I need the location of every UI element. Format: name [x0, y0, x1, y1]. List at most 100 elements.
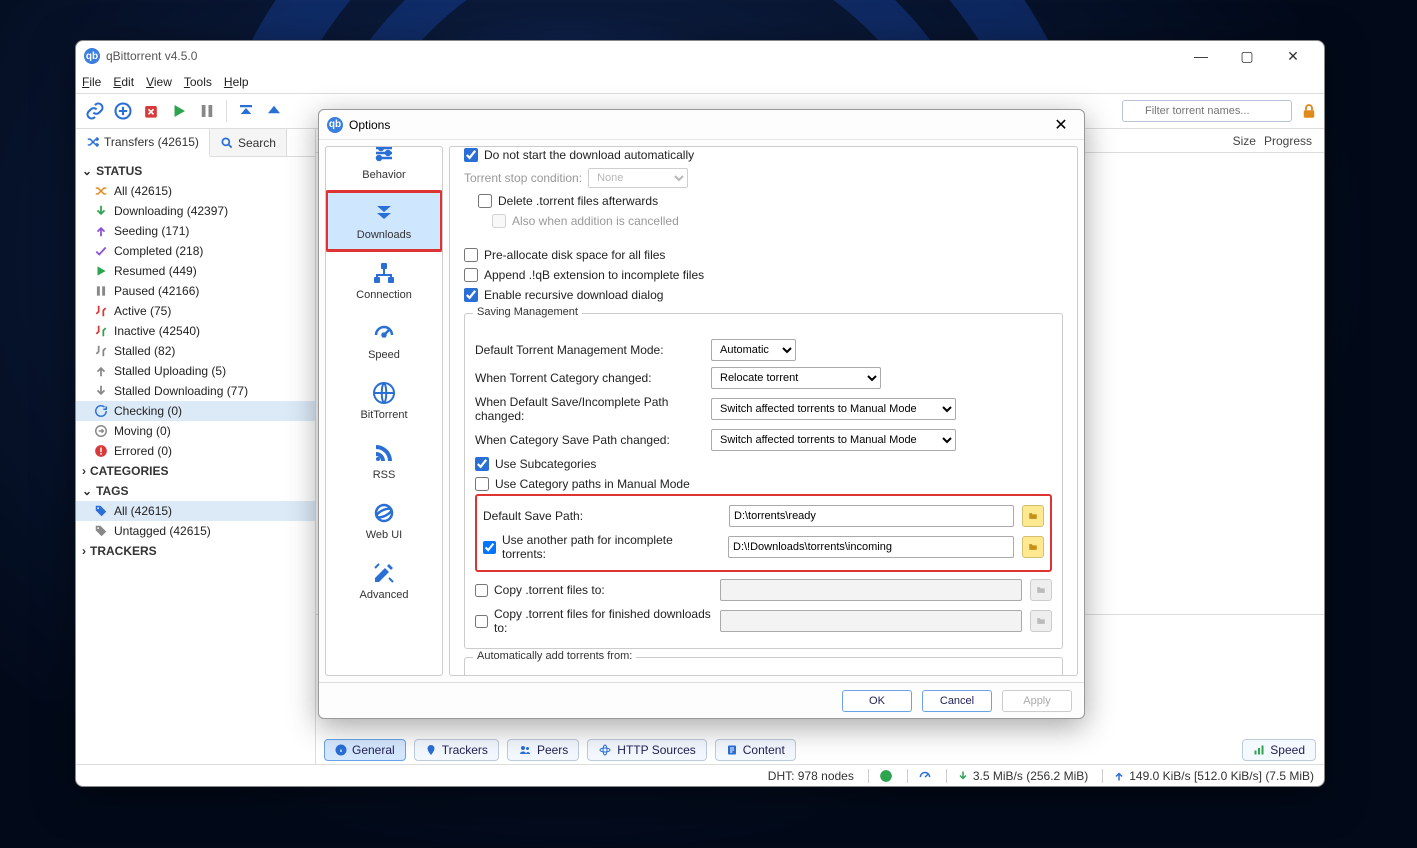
app-icon: qb — [84, 48, 100, 64]
cat-speed[interactable]: Speed — [326, 311, 442, 371]
tab-transfers[interactable]: Transfers (42615) — [76, 129, 210, 157]
menu-view[interactable]: View — [146, 75, 172, 89]
apply-button[interactable]: Apply — [1002, 690, 1072, 712]
tags-header[interactable]: ⌄TAGS — [76, 481, 315, 501]
sidebar-untagged[interactable]: Untagged (42615) — [76, 521, 315, 541]
sidebar-checking[interactable]: Checking (0) — [76, 401, 315, 421]
stop-condition-select[interactable]: None — [588, 168, 688, 188]
options-dialog: qb Options ✕ Behavior Downloads Connecti… — [318, 109, 1085, 719]
cat-rss[interactable]: RSS — [326, 431, 442, 491]
dialog-close-button[interactable]: ✕ — [1046, 113, 1076, 137]
cat-bittorrent[interactable]: BitTorrent — [326, 371, 442, 431]
tab-speed[interactable]: Speed — [1242, 739, 1316, 761]
defpath-changed-select[interactable]: Switch affected torrents to Manual Mode — [711, 398, 956, 420]
left-panel: Transfers (42615) Search ⌄STATUS All (42… — [76, 129, 316, 764]
chk-copy-torrent[interactable] — [475, 584, 488, 597]
search-icon — [220, 136, 234, 150]
col-progress[interactable]: Progress — [1264, 134, 1312, 148]
default-mode-select[interactable]: Automatic — [711, 339, 796, 361]
status-net-icon[interactable] — [868, 769, 893, 783]
options-icon: qb — [327, 117, 343, 133]
status-speedlimit-icon[interactable] — [907, 769, 932, 783]
incomplete-path-input[interactable] — [728, 536, 1014, 558]
sidebar-errored[interactable]: Errored (0) — [76, 441, 315, 461]
status-header[interactable]: ⌄STATUS — [76, 161, 315, 181]
copy-torrent-path-input[interactable] — [720, 579, 1022, 601]
browse-copy-finished-button[interactable] — [1030, 610, 1052, 632]
dialog-title: Options — [349, 118, 390, 132]
cat-webui[interactable]: Web UI — [326, 491, 442, 551]
chk-recursive[interactable] — [464, 288, 478, 302]
move-up-icon[interactable] — [261, 98, 287, 124]
maximize-button[interactable]: ▢ — [1224, 42, 1270, 70]
add-link-icon[interactable] — [82, 98, 108, 124]
browse-default-path-button[interactable] — [1022, 505, 1044, 527]
delete-icon[interactable] — [138, 98, 164, 124]
menu-tools[interactable]: Tools — [184, 75, 212, 89]
tab-peers[interactable]: Peers — [507, 739, 579, 761]
sidebar-paused[interactable]: Paused (42166) — [76, 281, 315, 301]
move-top-icon[interactable] — [233, 98, 259, 124]
sidebar-stalled[interactable]: Stalled (82) — [76, 341, 315, 361]
chk-incomplete-path[interactable] — [483, 541, 496, 554]
options-category-list: Behavior Downloads Connection Speed BitT… — [325, 146, 443, 676]
cat-downloads[interactable]: Downloads — [326, 191, 442, 251]
sidebar-active[interactable]: Active (75) — [76, 301, 315, 321]
tab-search[interactable]: Search — [210, 129, 287, 156]
tab-general[interactable]: General — [324, 739, 406, 761]
cat-connection[interactable]: Connection — [326, 251, 442, 311]
sidebar-stalled-down[interactable]: Stalled Downloading (77) — [76, 381, 315, 401]
catpath-changed-select[interactable]: Switch affected torrents to Manual Mode — [711, 429, 956, 451]
cat-changed-select[interactable]: Relocate torrent — [711, 367, 881, 389]
ok-button[interactable]: OK — [842, 690, 912, 712]
menu-help[interactable]: Help — [224, 75, 249, 89]
sidebar-all[interactable]: All (42615) — [76, 181, 315, 201]
sidebar: ⌄STATUS All (42615) Downloading (42397) … — [76, 157, 315, 764]
chk-copy-finished[interactable] — [475, 615, 488, 628]
tab-search-label: Search — [238, 136, 276, 150]
sidebar-tag-all[interactable]: All (42615) — [76, 501, 315, 521]
cat-behavior[interactable]: Behavior — [326, 146, 442, 191]
filter-input[interactable] — [1122, 100, 1292, 122]
chk-prealloc[interactable] — [464, 248, 478, 262]
chk-also-cancel[interactable] — [492, 214, 506, 228]
chk-cat-manual[interactable] — [475, 477, 489, 491]
browse-incomplete-path-button[interactable] — [1022, 536, 1044, 558]
menubar: File Edit View Tools Help — [76, 71, 1324, 93]
minimize-button[interactable]: — — [1178, 42, 1224, 70]
status-download: 3.5 MiB/s (256.2 MiB) — [946, 769, 1088, 783]
add-torrent-icon[interactable] — [110, 98, 136, 124]
copy-finished-path-input[interactable] — [720, 610, 1022, 632]
resume-icon[interactable] — [166, 98, 192, 124]
auto-add-group: Automatically add torrents from: Watched… — [464, 657, 1063, 675]
categories-header[interactable]: ›CATEGORIES — [76, 461, 315, 481]
sidebar-completed[interactable]: Completed (218) — [76, 241, 315, 261]
sidebar-seeding[interactable]: Seeding (171) — [76, 221, 315, 241]
browse-copy-torrent-button[interactable] — [1030, 579, 1052, 601]
saving-management-group: Saving Management Default Torrent Manage… — [464, 313, 1063, 649]
chk-subcategories[interactable] — [475, 457, 489, 471]
trackers-header[interactable]: ›TRACKERS — [76, 541, 315, 561]
lock-icon[interactable] — [1300, 102, 1318, 120]
sidebar-inactive[interactable]: Inactive (42540) — [76, 321, 315, 341]
default-save-path-input[interactable] — [729, 505, 1014, 527]
sidebar-moving[interactable]: Moving (0) — [76, 421, 315, 441]
cancel-button[interactable]: Cancel — [922, 690, 992, 712]
cat-advanced[interactable]: Advanced — [326, 551, 442, 611]
menu-edit[interactable]: Edit — [113, 75, 134, 89]
close-button[interactable]: ✕ — [1270, 42, 1316, 70]
chk-no-auto-start[interactable] — [464, 148, 478, 162]
pause-icon[interactable] — [194, 98, 220, 124]
sidebar-resumed[interactable]: Resumed (449) — [76, 261, 315, 281]
dialog-footer: OK Cancel Apply — [319, 682, 1084, 718]
col-size[interactable]: Size — [1233, 134, 1256, 148]
sidebar-stalled-up[interactable]: Stalled Uploading (5) — [76, 361, 315, 381]
shuffle-icon — [86, 135, 100, 149]
menu-file[interactable]: File — [82, 75, 101, 89]
tab-http[interactable]: HTTP Sources — [587, 739, 706, 761]
tab-content[interactable]: Content — [715, 739, 796, 761]
chk-append-qb[interactable] — [464, 268, 478, 282]
sidebar-downloading[interactable]: Downloading (42397) — [76, 201, 315, 221]
chk-delete-torrent[interactable] — [478, 194, 492, 208]
tab-trackers[interactable]: Trackers — [414, 739, 499, 761]
